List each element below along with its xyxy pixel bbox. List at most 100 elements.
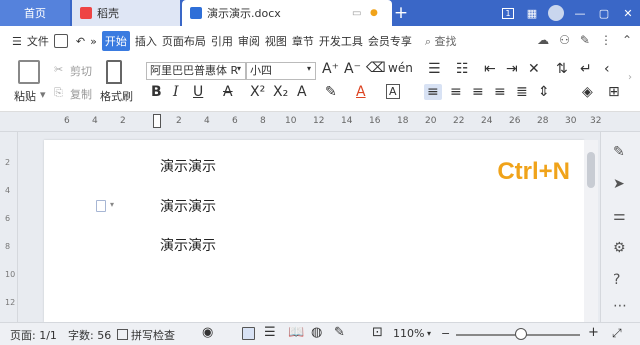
menu-insert[interactable]: 插入 [135,33,157,49]
cut-icon[interactable]: ✂ [54,63,63,76]
outline-view-icon[interactable]: ☰ [264,325,276,340]
settings-icon[interactable]: ⚙ [613,240,626,256]
font-color-icon[interactable]: A [356,84,366,100]
sort-icon[interactable]: ⇅ [556,61,568,77]
underline-icon[interactable]: U [193,84,203,100]
monitor-icon[interactable]: ▭ [352,8,361,19]
menu-chapter[interactable]: 章节 [292,33,314,49]
more-icon[interactable]: ⋮ [600,33,612,47]
format-painter-button[interactable]: 格式刷 [100,88,133,104]
cut-button[interactable]: 剪切 [70,63,92,79]
borders-icon[interactable]: ⊞ [608,84,620,100]
close-icon[interactable]: ✕ [616,0,640,26]
menu-member[interactable]: 会员专享 [368,33,412,49]
paragraph-handle-icon[interactable] [96,200,106,212]
edit-icon[interactable]: ✎ [580,33,590,47]
new-tab-button[interactable]: + [392,0,410,26]
page-count-icon[interactable]: 1 [496,0,520,26]
tab-document[interactable]: 演示演示.docx ▭ ● [182,0,392,26]
zoom-out-icon[interactable]: − [441,327,450,340]
word-count[interactable]: 字数: 56 [68,327,111,343]
line-spacing-icon[interactable]: ‹ [604,61,610,77]
numbered-list-icon[interactable]: ☷ [456,61,469,77]
zoom-level[interactable]: 110% [393,327,424,340]
character-border-icon[interactable]: A [386,84,400,99]
select-cursor-icon[interactable]: ➤ [613,176,625,192]
menu-start[interactable]: 开始 [101,31,130,51]
cloud-icon[interactable]: ☁ [537,33,549,47]
copy-icon[interactable]: ⎘ [54,86,63,100]
pen-icon[interactable]: ✎ [613,144,625,160]
scrollbar-thumb[interactable] [587,152,595,188]
font-size-select[interactable]: 小四 [246,62,316,80]
vertical-ruler[interactable]: 2 4 6 8 10 12 [0,132,18,322]
menu-review[interactable]: 审阅 [238,33,260,49]
save-icon[interactable] [53,34,68,48]
font-name-dropdown-icon[interactable]: ▾ [237,64,241,73]
hamburger-icon[interactable]: ☰ [12,35,22,48]
adjust-sliders-icon[interactable]: ⚌ [613,208,626,224]
align-left-icon[interactable]: ≡ [424,84,442,100]
search-button[interactable]: ⌕ 查找 [425,33,457,49]
fit-page-icon[interactable]: ⊡ [372,325,383,340]
undo-menu-icon[interactable]: ↶ [76,35,85,48]
justify-icon[interactable]: ≡ [494,84,506,100]
writing-mode-icon[interactable]: ✎ [334,325,345,340]
tab-home[interactable]: 首页 [0,0,70,26]
zoom-dropdown-icon[interactable]: ▾ [427,329,431,338]
spell-check-toggle[interactable]: 拼写检查 [117,327,175,343]
shrink-font-icon[interactable]: A⁻ [344,61,361,77]
shading-icon[interactable]: ◈ [582,84,593,100]
bold-icon[interactable]: B [151,84,162,100]
page-view-icon[interactable] [242,327,255,340]
document-line-2[interactable]: 演示演示 [160,196,216,216]
clear-format-icon[interactable]: ⌫ [366,60,386,76]
paste-dropdown-icon[interactable]: ▾ [40,88,46,101]
text-effect-icon[interactable]: A [297,84,307,100]
subscript-icon[interactable]: X₂ [273,84,288,100]
zoom-slider-thumb[interactable] [515,328,527,340]
help-icon[interactable]: ? [613,272,620,288]
show-marks-icon[interactable]: ↵ [580,61,592,77]
menu-file[interactable]: 文件 [27,33,49,49]
bullet-list-icon[interactable]: ☰ [428,61,441,77]
indent-marker[interactable] [153,114,161,128]
superscript-icon[interactable]: X² [250,84,265,100]
vertical-scrollbar[interactable] [584,140,598,322]
distribute-icon[interactable]: ≣ [516,84,528,100]
share-user-icon[interactable]: ⚇ [559,33,570,47]
grow-font-icon[interactable]: A⁺ [322,61,339,77]
format-painter-icon[interactable] [106,60,122,84]
minimize-icon[interactable]: — [568,0,592,26]
strikethrough-icon[interactable]: A [223,84,233,100]
align-center-icon[interactable]: ≡ [450,84,462,100]
page-indicator[interactable]: 页面: 1/1 [10,327,57,343]
web-view-icon[interactable]: ◍ [311,325,322,340]
menu-developer[interactable]: 开发工具 [319,33,363,49]
menu-page-layout[interactable]: 页面布局 [162,33,206,49]
fullscreen-icon[interactable]: ⤢ [612,326,622,341]
document-page[interactable]: 演示演示 ▾ 演示演示 演示演示 Ctrl+N [44,140,584,322]
italic-icon[interactable]: I [173,84,179,100]
document-line-1[interactable]: 演示演示 [160,156,216,176]
paste-icon[interactable] [18,60,40,84]
spell-check-checkbox[interactable] [117,329,128,340]
chinese-layout-icon[interactable]: ✕ [528,61,540,77]
reading-view-icon[interactable]: 📖 [288,325,304,340]
maximize-icon[interactable]: ▢ [592,0,616,26]
ribbon-scroll-icon[interactable]: › [628,72,632,83]
zoom-in-icon[interactable]: + [588,325,599,340]
paste-button[interactable]: 粘贴 [14,88,36,104]
align-right-icon[interactable]: ≡ [472,84,484,100]
increase-indent-icon[interactable]: ⇥ [506,61,518,77]
paragraph-handle-caret-icon[interactable]: ▾ [110,200,114,209]
grid-icon[interactable]: ▦ [520,0,544,26]
collapse-ribbon-icon[interactable]: ⌃ [622,33,632,47]
document-line-3[interactable]: 演示演示 [160,235,216,255]
tab-daoke[interactable]: 稻壳 [72,0,180,26]
font-name-select[interactable]: 阿里巴巴普惠体 R [146,62,246,80]
highlight-icon[interactable]: ✎ [325,84,337,100]
eye-protection-icon[interactable]: ◉ [202,325,213,340]
more-tools-icon[interactable]: ⋯ [613,298,627,314]
avatar[interactable] [548,5,564,21]
